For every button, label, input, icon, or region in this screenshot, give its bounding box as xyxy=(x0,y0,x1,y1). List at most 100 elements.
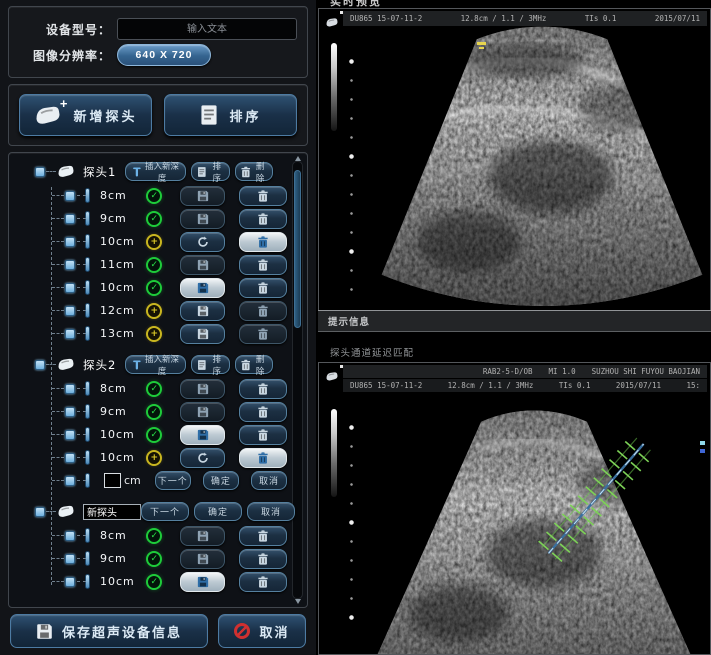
tree-checkbox[interactable] xyxy=(65,531,75,541)
tree-checkbox[interactable] xyxy=(35,167,45,177)
save-button[interactable] xyxy=(180,301,224,321)
delete-button[interactable] xyxy=(239,186,287,206)
tree-checkbox[interactable] xyxy=(65,191,75,201)
sort-probes-button[interactable]: 排序 xyxy=(164,94,297,136)
delete-button[interactable] xyxy=(239,526,287,546)
delete-button[interactable] xyxy=(239,379,287,399)
tree-checkbox[interactable] xyxy=(35,507,45,517)
institution: SUZHOU SHI FUYOU BAOJIAN xyxy=(592,367,700,376)
tree-checkbox[interactable] xyxy=(65,237,75,247)
save-button[interactable] xyxy=(180,186,224,206)
device-model-input[interactable] xyxy=(117,18,297,40)
depth-value: 13cm xyxy=(100,327,144,340)
tree-checkbox[interactable] xyxy=(65,283,75,293)
delete-probe-button[interactable]: 删除 xyxy=(235,355,273,374)
add-probe-button[interactable]: + 新增探头 xyxy=(19,94,152,136)
depth-row: 11cm✓ xyxy=(11,253,287,276)
depth-slider-icon xyxy=(85,303,90,318)
save-button[interactable] xyxy=(180,324,224,344)
save-button[interactable] xyxy=(180,425,224,445)
depth-value: 11cm xyxy=(100,258,144,271)
tree-checkbox[interactable] xyxy=(65,430,75,440)
confirm-button[interactable]: 确定 xyxy=(203,471,239,490)
depth-slider-icon xyxy=(85,574,90,589)
clipped-section-label: 实时预览 xyxy=(318,0,711,8)
depth-row: 8cm✓ xyxy=(11,524,287,547)
depth-slider-icon xyxy=(85,211,90,226)
status-ok-icon: ✓ xyxy=(146,280,162,296)
probe-header-buttons: 插入新深度排序删除 xyxy=(125,355,273,374)
save-button[interactable] xyxy=(180,572,224,592)
depth-value: 8cm xyxy=(100,189,144,202)
scan-params: 12.8cm / 1.1 / 3MHz xyxy=(461,14,547,23)
cancel-button[interactable]: 取消 xyxy=(218,614,306,648)
insert-depth-button[interactable]: 插入新深度 xyxy=(125,355,186,374)
confirm-button[interactable]: 确定 xyxy=(194,502,242,521)
depth-row: 10cm✓ xyxy=(11,570,287,593)
tip-strip: 提示信息 xyxy=(318,310,711,332)
tree-checkbox[interactable] xyxy=(65,453,75,463)
delete-button[interactable] xyxy=(239,425,287,445)
resolution-button[interactable]: 640 X 720 xyxy=(117,44,211,66)
delete-button[interactable] xyxy=(239,278,287,298)
tree-checkbox[interactable] xyxy=(65,306,75,316)
tree-checkbox[interactable] xyxy=(65,260,75,270)
save-device-info-button[interactable]: 保存超声设备信息 xyxy=(10,614,208,648)
delete-button[interactable] xyxy=(239,301,287,321)
insert-depth-button[interactable]: 插入新深度 xyxy=(125,162,186,181)
depth-input-row: cm下一个确定取消 xyxy=(11,469,287,492)
sort-depths-button[interactable]: 排序 xyxy=(191,355,229,374)
delete-button[interactable] xyxy=(239,232,287,252)
tree-checkbox[interactable] xyxy=(65,476,75,486)
tree-checkbox[interactable] xyxy=(65,554,75,564)
refresh-button[interactable] xyxy=(180,448,224,468)
delete-button[interactable] xyxy=(239,255,287,275)
delete-button[interactable] xyxy=(239,448,287,468)
save-button[interactable] xyxy=(180,255,224,275)
delete-button[interactable] xyxy=(239,209,287,229)
probe-header-buttons: 下一个确定取消 xyxy=(141,502,295,521)
cancel-button[interactable]: 取消 xyxy=(247,502,295,521)
tree-checkbox[interactable] xyxy=(65,329,75,339)
save-button[interactable] xyxy=(180,379,224,399)
delete-probe-button[interactable]: 删除 xyxy=(235,162,273,181)
tree-checkbox[interactable] xyxy=(35,360,45,370)
depth-slider-icon xyxy=(85,188,90,203)
depth-row: 10cm✓ xyxy=(11,276,287,299)
depth-value: 10cm xyxy=(100,575,144,588)
sort-depths-button[interactable]: 排序 xyxy=(191,162,229,181)
scroll-up-arrow[interactable] xyxy=(295,156,301,161)
tree-checkbox[interactable] xyxy=(65,384,75,394)
scroll-down-arrow[interactable] xyxy=(295,599,301,604)
next-button[interactable]: 下一个 xyxy=(155,471,191,490)
tree-checkbox[interactable] xyxy=(65,577,75,587)
tree-scrollbar[interactable] xyxy=(292,161,303,599)
thermal-index: TIs 0.1 xyxy=(585,14,617,23)
delete-button[interactable] xyxy=(239,549,287,569)
depth-slider-icon xyxy=(85,280,90,295)
delete-button[interactable] xyxy=(239,324,287,344)
prohibition-icon xyxy=(234,623,250,639)
depth-value: 10cm xyxy=(100,428,144,441)
save-button[interactable] xyxy=(180,209,224,229)
next-button[interactable]: 下一个 xyxy=(141,502,189,521)
save-button[interactable] xyxy=(180,549,224,569)
depth-slider-icon xyxy=(85,234,90,249)
status-ok-icon: ✓ xyxy=(146,574,162,590)
tree-checkbox[interactable] xyxy=(65,214,75,224)
save-button[interactable] xyxy=(180,526,224,546)
scrollbar-thumb[interactable] xyxy=(294,170,301,328)
probe-group: 探头1插入新深度排序删除8cm✓9cm✓10cm+11cm✓10cm✓12cm+… xyxy=(11,159,287,345)
refresh-button[interactable] xyxy=(180,232,224,252)
probe-name-input[interactable] xyxy=(83,504,141,520)
delete-button[interactable] xyxy=(239,402,287,422)
cancel-button[interactable]: 取消 xyxy=(251,471,287,490)
section-gap: 探头通道延迟匹配 xyxy=(318,332,711,362)
save-button[interactable] xyxy=(180,278,224,298)
new-depth-input[interactable] xyxy=(104,473,121,488)
delete-button[interactable] xyxy=(239,572,287,592)
save-button[interactable] xyxy=(180,402,224,422)
tree-checkbox[interactable] xyxy=(65,407,75,417)
depth-value: 12cm xyxy=(100,304,144,317)
status-pending-icon: + xyxy=(146,234,162,250)
